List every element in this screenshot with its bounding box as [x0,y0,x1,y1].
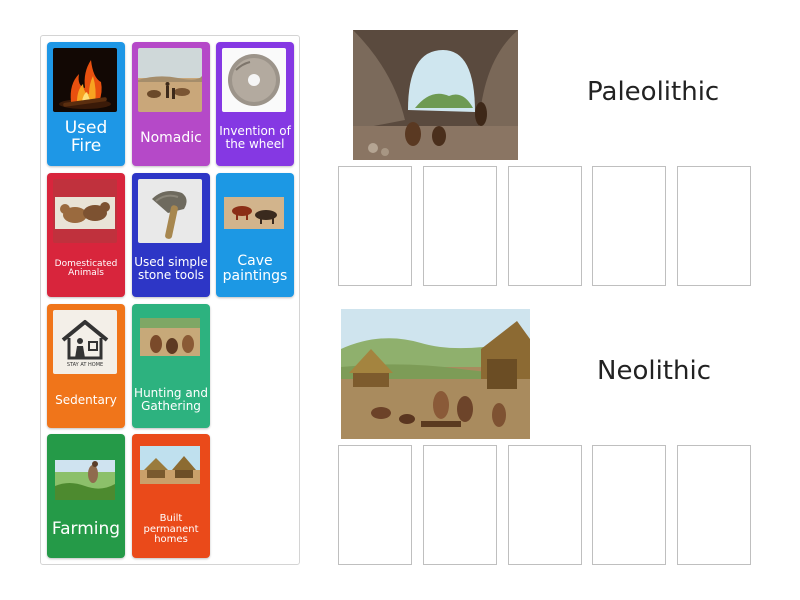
card-hunting-and-gathering[interactable]: Hunting and Gathering [132,304,210,428]
paleolithic-drop-slot[interactable] [338,166,412,286]
card-sedentary[interactable]: STAY AT HOME Sedentary [47,304,125,428]
paleolithic-drop-slot[interactable] [592,166,666,286]
card-label: Used simple stone tools [134,255,208,282]
paleolithic-cave-image [353,30,518,160]
neolithic-drop-slot[interactable] [592,445,666,565]
neolithic-drop-slot[interactable] [508,445,582,565]
card-used-fire[interactable]: Used Fire [47,42,125,166]
paleolithic-title: Paleolithic [587,77,720,107]
icon-caption: STAY AT HOME [66,362,104,368]
paleolithic-drop-slot[interactable] [508,166,582,286]
cave-painting-icon [222,179,286,243]
card-invention-of-the-wheel[interactable]: Invention of the wheel [216,42,294,166]
card-label: Farming [51,519,121,540]
card-farming[interactable]: Farming [47,434,125,558]
nomadic-icon [138,48,202,112]
house-icon: STAY AT HOME [53,310,117,374]
card-label: Hunting and Gathering [134,386,208,413]
stone-tool-icon [138,179,202,243]
card-label: Invention of the wheel [219,124,291,151]
card-label: Sedentary [55,392,117,407]
card-label: Cave paintings [222,253,288,284]
huts-icon [138,440,202,504]
stone-wheel-icon [222,48,286,112]
card-label: Used Fire [64,118,108,156]
animals-icon [53,179,117,243]
fire-icon [53,48,117,112]
card-nomadic[interactable]: Nomadic [132,42,210,166]
card-cave-paintings[interactable]: Cave paintings [216,173,294,297]
card-label: Nomadic [140,129,202,146]
paleolithic-drop-slot[interactable] [677,166,751,286]
neolithic-title: Neolithic [597,356,711,386]
card-domesticated-animals[interactable]: Domesticated Animals [47,173,125,297]
neolithic-drop-slot[interactable] [677,445,751,565]
paleolithic-drop-slot[interactable] [423,166,497,286]
farmer-icon [53,440,117,504]
neolithic-village-image [341,309,530,439]
hunters-icon [138,310,202,374]
card-label: Built permanent homes [143,513,199,546]
card-label: Domesticated Animals [54,258,118,278]
neolithic-drop-slot[interactable] [338,445,412,565]
card-built-permanent-homes[interactable]: Built permanent homes [132,434,210,558]
neolithic-drop-slot[interactable] [423,445,497,565]
card-used-simple-stone-tools[interactable]: Used simple stone tools [132,173,210,297]
